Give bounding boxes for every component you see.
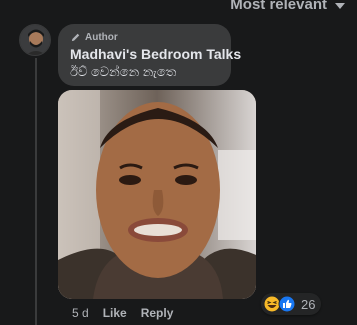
reaction-count: 26 <box>301 296 316 312</box>
sort-label: Most relevant <box>230 0 327 13</box>
like-icon <box>278 295 296 313</box>
comment-timestamp[interactable]: 5 d <box>72 306 89 320</box>
reaction-summary[interactable]: 26 <box>261 293 322 315</box>
author-name[interactable]: Madhavi's Bedroom Talks <box>70 46 241 62</box>
author-badge: Author <box>70 30 219 44</box>
chevron-down-icon <box>335 2 345 9</box>
sort-dropdown[interactable]: Most relevant <box>230 0 345 13</box>
reply-button[interactable]: Reply <box>141 306 174 320</box>
comment-bubble: Author Madhavi's Bedroom Talks ඊව් වෙන්න… <box>58 24 241 86</box>
face-photo <box>58 90 256 299</box>
avatar-image <box>20 25 50 55</box>
comment-text: ඊව් වෙන්නෙ නැතෙ <box>70 64 177 79</box>
comment-actions: 5 d Like Reply <box>72 306 173 320</box>
pencil-icon <box>71 33 80 41</box>
thread-line <box>35 58 37 325</box>
avatar[interactable] <box>19 24 51 56</box>
author-badge-label: Author <box>85 31 118 43</box>
comment-photo[interactable] <box>58 90 256 299</box>
like-button[interactable]: Like <box>103 306 127 320</box>
